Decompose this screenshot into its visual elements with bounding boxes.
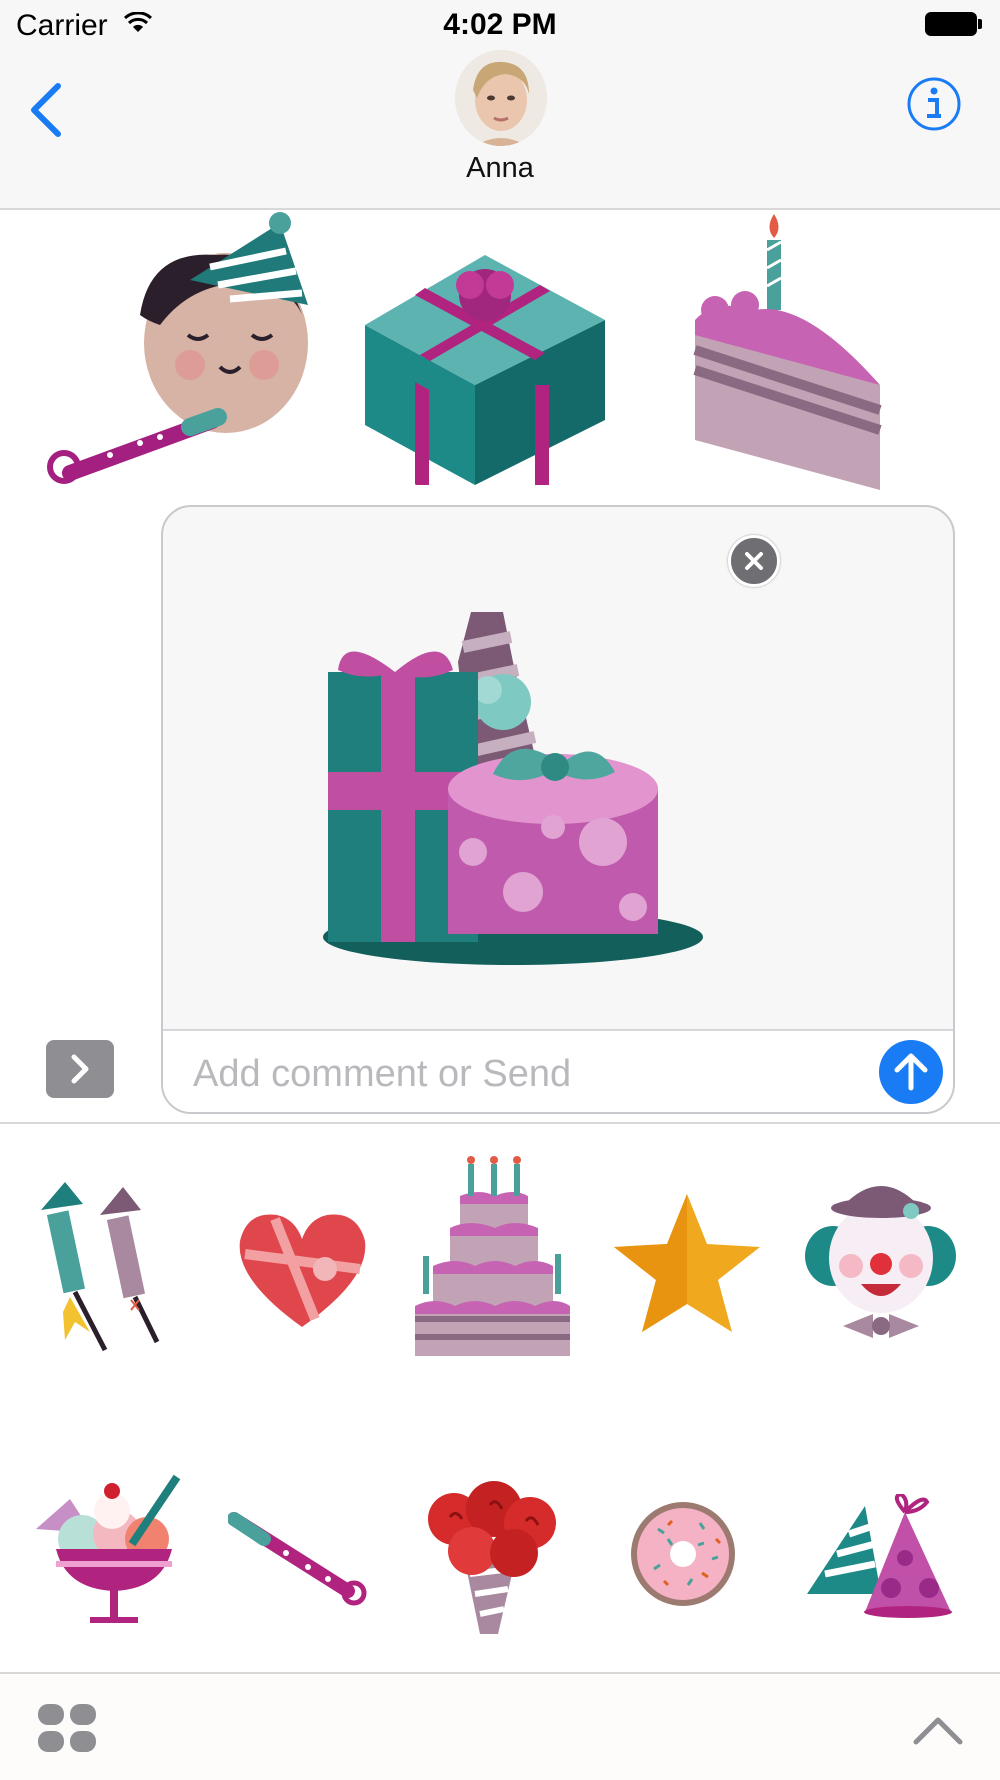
app-grid-icon[interactable] — [38, 1704, 98, 1754]
ice-cream-sundae[interactable] — [32, 1469, 187, 1634]
gifts-and-champagne-sticker[interactable] — [323, 592, 703, 972]
sprinkle-donut[interactable] — [628, 1499, 738, 1609]
clown-face[interactable] — [803, 1176, 958, 1346]
app-drawer-bar — [0, 1672, 1000, 1780]
expand-apps-button[interactable] — [46, 1040, 114, 1098]
fireworks-rockets[interactable] — [35, 1182, 185, 1352]
compose-box: Add comment or Send — [161, 505, 955, 1114]
party-horn[interactable] — [228, 1509, 373, 1609]
status-time: 4:02 PM — [443, 8, 557, 41]
gold-star[interactable] — [612, 1192, 762, 1337]
birthday-cake[interactable] — [415, 1156, 570, 1361]
avatar[interactable] — [455, 50, 547, 146]
gift-box-sticker[interactable] — [360, 245, 610, 485]
status-bar: Carrier 4:02 PM — [0, 0, 1000, 50]
battery-icon — [925, 12, 977, 36]
info-icon[interactable] — [906, 76, 962, 132]
send-button[interactable] — [879, 1040, 943, 1104]
rose-bouquet[interactable] — [420, 1479, 560, 1639]
party-boy-sticker[interactable] — [40, 205, 330, 485]
comment-placeholder[interactable]: Add comment or Send — [193, 1053, 571, 1096]
chevron-up-icon[interactable] — [912, 1716, 964, 1746]
arrow-up-icon — [894, 1053, 928, 1091]
close-icon — [745, 552, 763, 570]
heart-candy-box[interactable] — [235, 1209, 370, 1329]
party-hats[interactable] — [805, 1494, 960, 1619]
chevron-left-icon[interactable] — [22, 78, 72, 138]
cake-slice-sticker[interactable] — [685, 210, 895, 490]
remove-sticker-button[interactable] — [728, 535, 780, 587]
sticker-tray — [0, 1122, 1000, 1674]
contact-name[interactable]: Anna — [0, 152, 1000, 185]
chevron-right-icon — [71, 1054, 89, 1084]
battery-nub — [978, 19, 982, 29]
conversation-header: Anna — [0, 50, 1000, 210]
